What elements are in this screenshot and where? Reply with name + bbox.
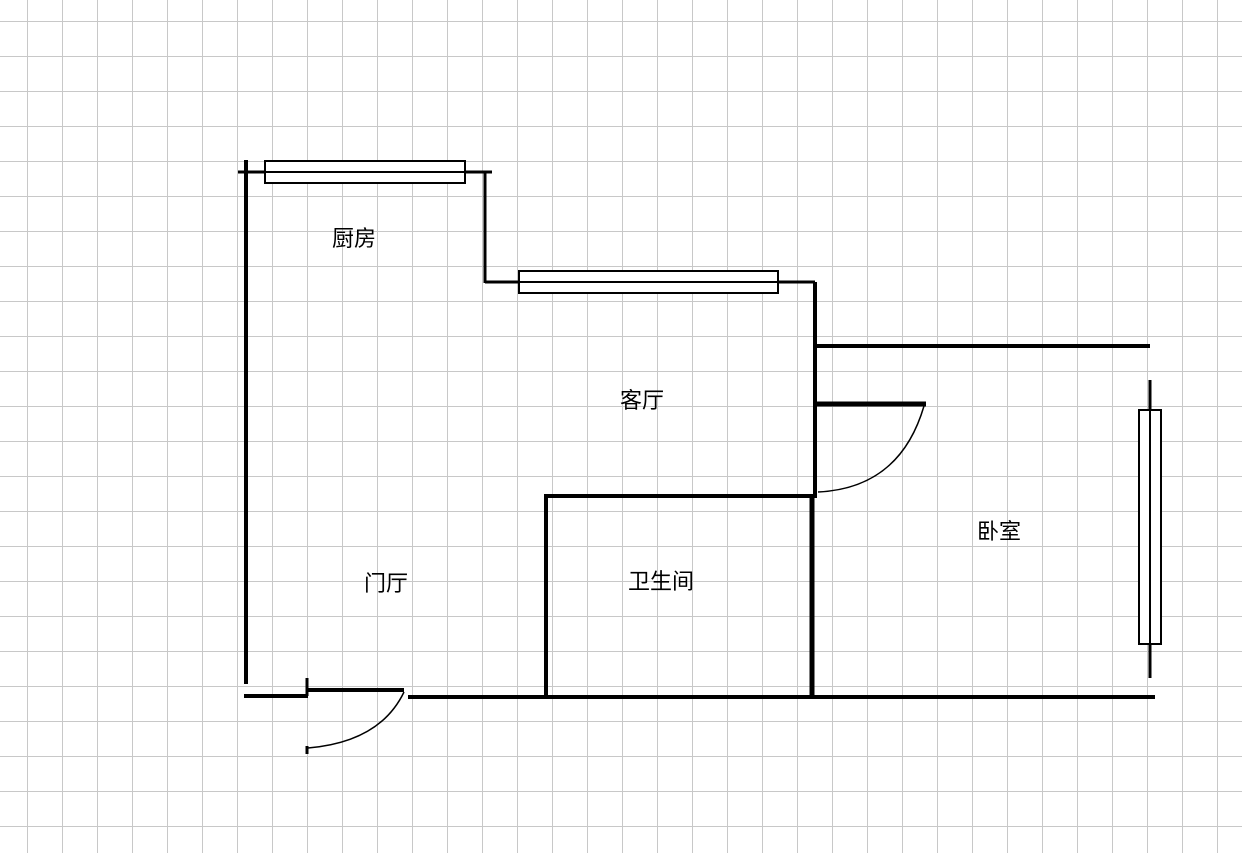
floor-plan-canvas: 厨房 客厅 门厅 卫生间 卧室 xyxy=(0,0,1242,853)
room-label-entry-hall: 门厅 xyxy=(364,572,409,597)
room-label-bathroom: 卫生间 xyxy=(628,570,695,595)
room-label-bedroom: 卧室 xyxy=(977,520,1022,545)
door-bedroom-swing xyxy=(817,405,925,493)
room-label-living-room: 客厅 xyxy=(620,389,665,414)
door-entry-swing xyxy=(307,691,405,749)
floor-plan-drawing xyxy=(238,160,1162,754)
room-label-kitchen: 厨房 xyxy=(332,227,377,252)
